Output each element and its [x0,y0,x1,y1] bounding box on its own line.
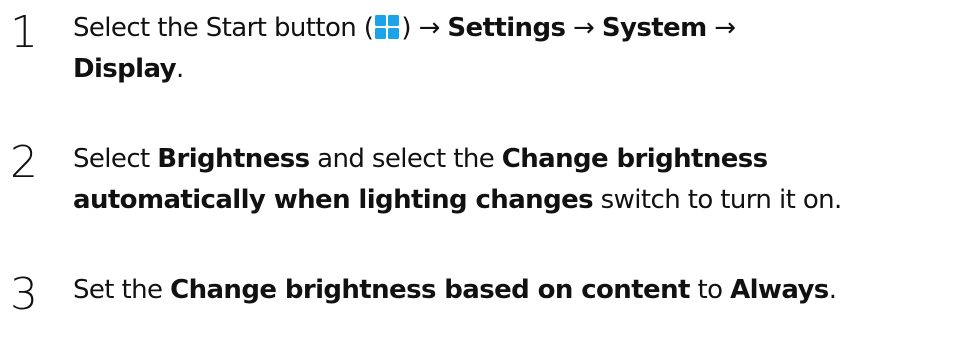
step-number: 2 [10,137,38,188]
step-text: . [176,54,184,84]
step-text: to [689,275,731,305]
always-label: Always [730,275,829,305]
step-text: . [828,275,837,305]
arrow-text: → [565,13,602,43]
windows-start-icon [375,15,400,39]
step-text: switch to turn it on. [593,185,843,215]
step-number: 1 [10,7,38,58]
step-text: Set the [73,275,171,305]
step-text: Select the Start button ( [73,13,374,43]
step-line: Select the Start button () → Settings → … [73,8,953,49]
step-text: ) → [401,13,448,43]
step-number: 3 [10,269,38,320]
step-line: Set the Change brightness based on conte… [73,270,953,311]
arrow-text: → [706,13,736,43]
content-brightness-label: Change brightness based on content [170,275,690,305]
settings-label: Settings [447,13,566,43]
change-brightness-label: Change brightness [501,144,768,174]
step-line: automatically when lighting changes swit… [73,180,953,221]
brightness-label: Brightness [157,144,310,174]
step-line: Display. [73,49,953,90]
system-label: System [601,13,707,43]
step-line: Select Brightness and select the Change … [73,139,953,180]
auto-brightness-label: automatically when lighting changes [73,185,594,215]
display-label: Display [73,54,177,84]
step-text: Select [73,144,158,174]
step-text: and select the [309,144,502,174]
